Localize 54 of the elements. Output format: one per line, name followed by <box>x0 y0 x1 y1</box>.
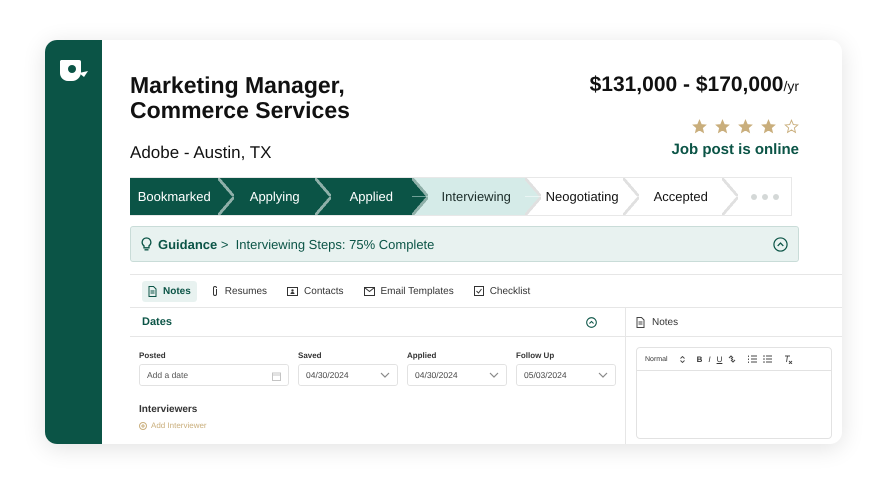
date-select[interactable]: 04/30/2024 <box>298 364 398 386</box>
more-icon <box>750 194 778 200</box>
job-status: Job post is online <box>671 141 799 158</box>
star-rating[interactable] <box>692 119 799 134</box>
star-icon <box>738 119 753 134</box>
guidance-text: Guidance > Interviewing Steps: 75% Complete <box>158 236 434 252</box>
sort-arrows-icon <box>680 356 685 362</box>
section-title: Interviewers <box>139 404 198 415</box>
lightbulb-icon <box>141 237 152 251</box>
plus-circle-icon <box>139 422 147 430</box>
company-location: Adobe - Austin, TX <box>130 143 272 163</box>
salary-range: $131,000 - $170,000/yr <box>590 73 799 97</box>
tab[interactable]: Resumes <box>204 280 274 302</box>
bullet-list-icon[interactable] <box>763 355 772 363</box>
notes-title: Notes <box>652 316 678 328</box>
star-icon <box>715 119 730 134</box>
tab[interactable]: Checklist <box>468 280 536 302</box>
field-label: Applied <box>407 351 438 360</box>
format-button[interactable]: B <box>696 354 702 364</box>
field-label: Saved <box>298 351 323 360</box>
star-icon <box>761 119 776 134</box>
date-select[interactable]: 04/30/2024 <box>407 364 507 386</box>
stage-step[interactable]: Interviewing <box>412 178 525 215</box>
numbered-list-icon[interactable] <box>748 355 758 363</box>
calendar-icon <box>272 372 281 381</box>
stage-step[interactable]: Applied <box>315 178 412 215</box>
stage-step[interactable]: Neogotiating <box>524 178 624 215</box>
date-field[interactable]: Add a date <box>139 364 289 386</box>
tab[interactable]: Email Templates <box>358 280 460 302</box>
stage-step[interactable]: Applying <box>218 178 316 215</box>
date-select[interactable]: 05/03/2024 <box>516 364 616 386</box>
envelope-icon <box>364 286 375 296</box>
star-icon <box>784 119 799 134</box>
chevron-down-icon <box>598 372 608 378</box>
document-icon <box>636 316 645 328</box>
job-title: Marketing Manager, Commerce Services <box>130 73 351 123</box>
field-label: Posted <box>139 351 167 360</box>
contact-card-icon <box>287 286 298 296</box>
paperclip-icon <box>210 286 219 296</box>
checkbox-icon <box>474 286 484 296</box>
tab[interactable]: Contacts <box>281 280 350 302</box>
clear-format-icon[interactable] <box>784 354 794 364</box>
stage-step[interactable]: Bookmarked <box>130 178 218 215</box>
format-button[interactable]: I <box>708 354 711 364</box>
tab[interactable]: Notes <box>142 280 197 302</box>
star-icon <box>692 119 707 134</box>
chevron-down-icon <box>380 372 390 378</box>
format-button[interactable]: U <box>716 354 722 364</box>
section-title: Dates <box>142 316 172 328</box>
field-label: Follow Up <box>516 351 556 360</box>
chevron-down-icon <box>489 372 499 378</box>
collapse-icon[interactable] <box>773 236 788 252</box>
document-icon <box>148 286 157 296</box>
collapse-icon[interactable] <box>586 316 597 328</box>
